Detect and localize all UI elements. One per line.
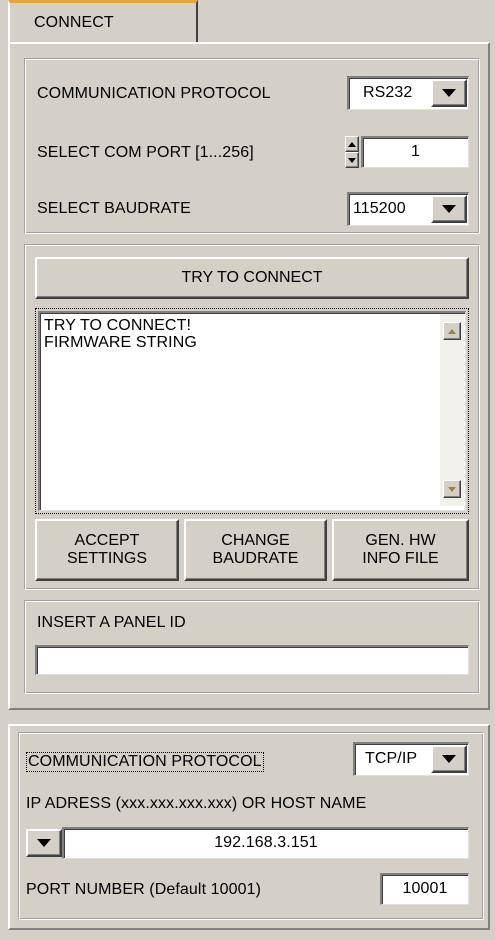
arrow-down-icon: [448, 486, 456, 492]
log-scrollbar[interactable]: [440, 314, 464, 506]
tcp-protocol-value: TCP/IP: [365, 750, 418, 767]
change-baudrate-button[interactable]: CHANGE BAUDRATE: [184, 519, 327, 581]
gen-hw-info-line2: INFO FILE: [362, 550, 439, 567]
spinner-down-button[interactable]: [345, 152, 359, 168]
baudrate-value: 115200: [353, 200, 406, 217]
com-port-value: 1: [411, 143, 420, 160]
com-port-label: SELECT COM PORT [1...256]: [37, 144, 254, 161]
tab-connect[interactable]: CONNECT: [8, 0, 198, 44]
protocol-select[interactable]: RS232: [347, 76, 469, 110]
ip-history-dropdown-button[interactable]: [26, 829, 62, 857]
port-number-label: PORT NUMBER (Default 10001): [26, 881, 262, 898]
tab-connect-label: CONNECT: [34, 14, 114, 31]
port-number-value: 10001: [402, 880, 448, 897]
gen-hw-info-line1: GEN. HW: [365, 532, 436, 549]
port-number-input[interactable]: 10001: [380, 873, 469, 905]
log-textarea[interactable]: TRY TO CONNECT! FIRMWARE STRING: [38, 311, 466, 511]
ip-address-label: IP ADRESS (xxx.xxx.xxx.xxx) OR HOST NAME: [26, 795, 367, 812]
accept-settings-button[interactable]: ACCEPT SETTINGS: [35, 519, 179, 581]
baudrate-dropdown-button[interactable]: [431, 195, 467, 223]
spinner-up-button[interactable]: [345, 136, 359, 152]
log-frame: TRY TO CONNECT! FIRMWARE STRING: [35, 308, 469, 514]
ip-address-value: 192.168.3.151: [214, 834, 318, 851]
protocol-label: COMMUNICATION PROTOCOL: [37, 85, 271, 102]
scroll-down-button[interactable]: [443, 480, 461, 498]
change-baudrate-line2: BAUDRATE: [212, 550, 299, 567]
tcp-protocol-dropdown-button[interactable]: [431, 745, 467, 773]
gen-hw-info-file-button[interactable]: GEN. HW INFO FILE: [332, 519, 469, 581]
panel-id-label: INSERT A PANEL ID: [37, 614, 186, 631]
chevron-down-icon: [442, 755, 456, 763]
log-line: FIRMWARE STRING: [44, 334, 197, 351]
accept-settings-line1: ACCEPT: [74, 532, 140, 549]
protocol-value: RS232: [363, 84, 413, 101]
accept-settings-line2: SETTINGS: [66, 550, 147, 567]
protocol-dropdown-button[interactable]: [431, 79, 467, 107]
baudrate-label: SELECT BAUDRATE: [37, 200, 191, 217]
arrow-up-icon: [448, 328, 456, 334]
try-to-connect-button[interactable]: TRY TO CONNECT: [35, 257, 469, 299]
panel-id-input[interactable]: [35, 645, 469, 675]
chevron-down-icon: [442, 89, 456, 97]
chevron-down-icon: [37, 839, 51, 847]
chevron-down-icon: [442, 205, 456, 213]
com-port-input[interactable]: 1: [361, 136, 469, 168]
arrow-up-icon: [348, 141, 356, 147]
com-port-spinner[interactable]: [345, 136, 359, 168]
tcp-protocol-select[interactable]: TCP/IP: [353, 742, 469, 776]
baudrate-select[interactable]: 115200: [347, 192, 469, 226]
change-baudrate-line1: CHANGE: [221, 532, 290, 549]
log-line: TRY TO CONNECT!: [44, 317, 192, 334]
arrow-down-icon: [348, 157, 356, 163]
tcp-protocol-label: COMMUNICATION PROTOCOL: [26, 752, 264, 772]
scroll-up-button[interactable]: [443, 322, 461, 340]
ip-address-input[interactable]: 192.168.3.151: [62, 827, 469, 859]
